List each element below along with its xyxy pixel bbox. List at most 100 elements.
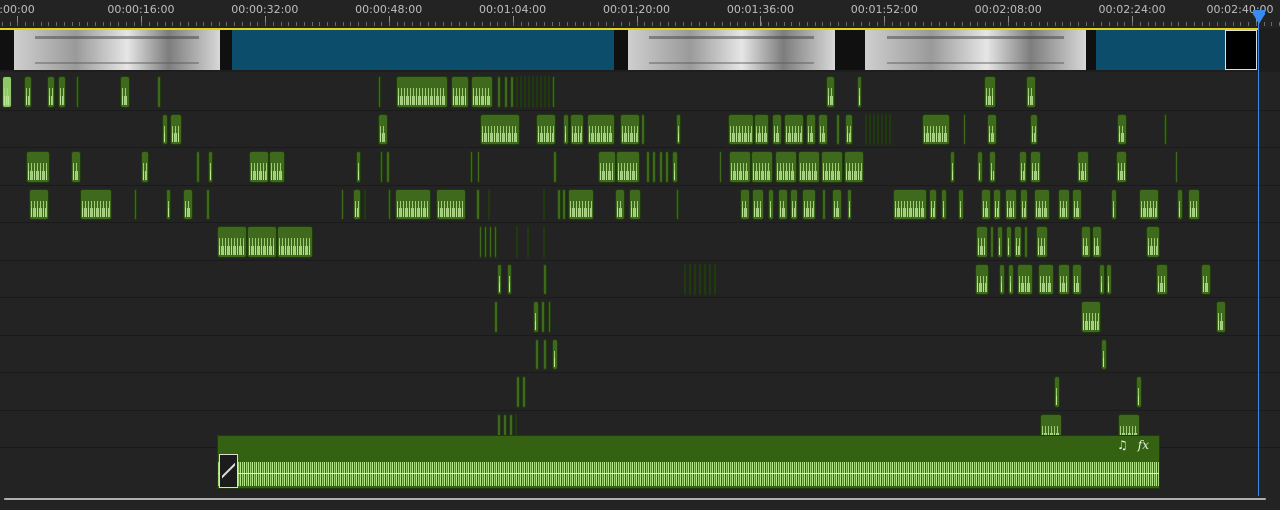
audio-clip[interactable] — [553, 151, 557, 183]
audio-clip[interactable] — [471, 76, 493, 108]
audio-clip[interactable] — [922, 113, 950, 145]
audio-clip[interactable] — [1175, 151, 1178, 183]
audio-clip[interactable] — [552, 338, 558, 370]
audio-clip[interactable] — [516, 376, 520, 408]
audio-clip[interactable] — [378, 113, 388, 145]
audio-clip[interactable] — [494, 301, 498, 333]
audio-clip[interactable] — [497, 76, 501, 108]
audio-clip[interactable] — [353, 188, 361, 220]
audio-clip[interactable] — [659, 151, 663, 183]
audio-clip[interactable] — [845, 113, 853, 145]
audio-clip[interactable] — [536, 113, 556, 145]
audio-clip[interactable] — [395, 188, 431, 220]
audio-clip[interactable] — [548, 301, 551, 333]
audio-clip[interactable] — [543, 226, 545, 258]
audio-clip[interactable] — [170, 113, 182, 145]
audio-clip[interactable] — [47, 76, 55, 108]
audio-clip[interactable] — [1020, 188, 1028, 220]
audio-clip[interactable] — [166, 188, 171, 220]
audio-clip[interactable] — [543, 263, 547, 295]
audio-clip[interactable] — [1008, 263, 1014, 295]
audio-clip[interactable] — [507, 263, 512, 295]
audio-clip[interactable] — [378, 76, 381, 108]
audio-clip[interactable] — [1092, 226, 1102, 258]
audio-clip[interactable] — [543, 338, 547, 370]
audio-clip[interactable] — [587, 113, 615, 145]
audio-clip[interactable] — [510, 76, 514, 108]
audio-clip[interactable] — [1164, 113, 1167, 145]
audio-clip[interactable] — [772, 113, 782, 145]
audio-clip[interactable] — [380, 151, 383, 183]
audio-clip[interactable] — [709, 263, 711, 295]
audio-clip[interactable] — [950, 151, 955, 183]
audio-track-lane[interactable] — [0, 260, 1280, 298]
audio-clip[interactable] — [249, 151, 269, 183]
audio-clip[interactable] — [893, 188, 927, 220]
audio-clip[interactable] — [975, 263, 989, 295]
audio-clip[interactable] — [1006, 226, 1012, 258]
audio-clip[interactable] — [206, 188, 210, 220]
audio-clip[interactable] — [1216, 301, 1226, 333]
audio-clip[interactable] — [752, 188, 764, 220]
audio-clip[interactable] — [1116, 151, 1127, 183]
audio-clip[interactable] — [822, 188, 826, 220]
audio-clip[interactable] — [120, 76, 130, 108]
audio-clip[interactable] — [832, 188, 842, 220]
timeline-ruler[interactable]: :00:00 00:00:16:00 00:00:32:00 00:00:48:00 0… — [0, 0, 1280, 29]
audio-clip[interactable] — [71, 151, 81, 183]
audio-clip[interactable] — [676, 113, 681, 145]
audio-clip[interactable] — [356, 151, 361, 183]
audio-clip[interactable] — [277, 226, 313, 258]
audio-clip[interactable] — [615, 188, 625, 220]
audio-clip[interactable] — [543, 188, 545, 220]
audio-clip[interactable] — [784, 113, 804, 145]
audio-clip[interactable] — [527, 226, 529, 258]
audio-clip[interactable] — [1030, 113, 1038, 145]
audio-clip[interactable] — [1081, 226, 1091, 258]
audio-clip[interactable] — [704, 263, 706, 295]
audio-clip[interactable] — [1156, 263, 1168, 295]
audio-clip[interactable] — [802, 188, 816, 220]
audio-clip[interactable] — [548, 76, 550, 108]
audio-clip[interactable] — [1072, 263, 1082, 295]
audio-clip[interactable] — [26, 151, 50, 183]
audio-clip[interactable] — [1188, 188, 1200, 220]
audio-clip[interactable] — [134, 188, 137, 220]
audio-clip[interactable] — [1106, 263, 1112, 295]
video-clip-black[interactable] — [1225, 30, 1257, 70]
audio-clip[interactable] — [477, 151, 480, 183]
audio-clip[interactable] — [563, 113, 569, 145]
audio-clip[interactable] — [1101, 338, 1107, 370]
audio-clip[interactable] — [1136, 376, 1142, 408]
audio-clip[interactable] — [24, 76, 32, 108]
audio-clip[interactable] — [1054, 376, 1060, 408]
audio-clip[interactable] — [533, 301, 539, 333]
audio-clip[interactable] — [1077, 151, 1089, 183]
audio-clip[interactable] — [1034, 188, 1050, 220]
audio-clip[interactable] — [1036, 226, 1048, 258]
audio-clip[interactable] — [480, 113, 520, 145]
audio-clip[interactable] — [719, 151, 722, 183]
audio-clip[interactable] — [958, 188, 964, 220]
audio-clip[interactable] — [80, 188, 112, 220]
audio-clip[interactable] — [536, 76, 538, 108]
audio-clip[interactable] — [775, 151, 797, 183]
audio-clip[interactable] — [1111, 188, 1117, 220]
audio-clip[interactable] — [1019, 151, 1027, 183]
audio-clip[interactable] — [672, 151, 678, 183]
audio-clip[interactable] — [885, 113, 887, 145]
audio-clip[interactable] — [196, 151, 200, 183]
audio-clip[interactable] — [1038, 263, 1054, 295]
audio-clip[interactable] — [989, 151, 996, 183]
music-clip-thumbnail[interactable] — [219, 454, 238, 488]
audio-clip[interactable] — [183, 188, 193, 220]
audio-clip[interactable] — [1026, 76, 1036, 108]
audio-clip[interactable] — [386, 151, 390, 183]
audio-clip[interactable] — [676, 188, 679, 220]
audio-clip[interactable] — [1030, 151, 1041, 183]
audio-clip[interactable] — [689, 263, 691, 295]
audio-clip[interactable] — [963, 113, 966, 145]
fx-icon[interactable]: fx — [1138, 438, 1149, 452]
audio-clip[interactable] — [740, 188, 750, 220]
audio-clip[interactable] — [484, 226, 487, 258]
